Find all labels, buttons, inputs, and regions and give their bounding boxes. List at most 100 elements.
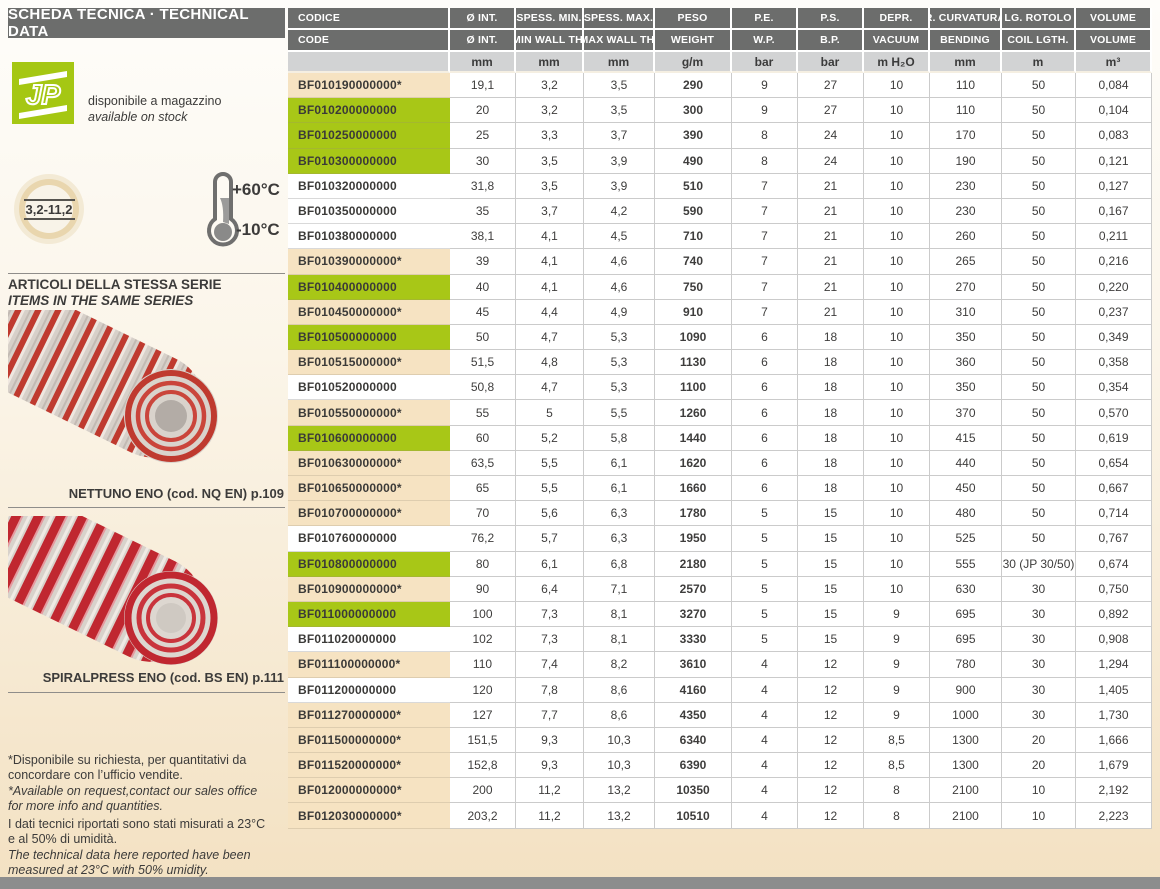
cell-value: 1,294	[1076, 652, 1152, 677]
cell-value: 6,1	[516, 552, 584, 577]
footnote-request: *Disponibile su richiesta, per quantitat…	[8, 753, 284, 814]
cell-value: 30	[1002, 602, 1076, 627]
row-code: BF011000000000	[288, 602, 450, 627]
cell-value: 1,405	[1076, 678, 1152, 703]
cell-value: 4160	[655, 678, 732, 703]
cell-value: 10	[864, 199, 930, 224]
cell-value: 7	[732, 275, 798, 300]
cell-value: 230	[930, 199, 1002, 224]
cell-value: 6	[732, 451, 798, 476]
cell-value: 590	[655, 199, 732, 224]
cell-value: 1,679	[1076, 753, 1152, 778]
cell-value: 12	[798, 678, 864, 703]
cell-value: 50	[1002, 199, 1076, 224]
cell-value: 10	[864, 375, 930, 400]
datasheet-page: SCHEDA TECNICA · TECHNICAL DATA JP dispo…	[0, 0, 1160, 889]
cell-value: 7	[732, 174, 798, 199]
cell-value: 50,8	[450, 375, 516, 400]
unit-cell: m³	[1076, 52, 1152, 73]
cell-value: 50	[1002, 451, 1076, 476]
cell-value: 5	[732, 526, 798, 551]
cell-value: 1260	[655, 400, 732, 425]
divider	[8, 507, 285, 508]
row-code: BF010700000000*	[288, 501, 450, 526]
cell-value: 10	[864, 426, 930, 451]
cell-value: 0,674	[1076, 552, 1152, 577]
cell-value: 3,5	[516, 149, 584, 174]
cell-value: 15	[798, 501, 864, 526]
cell-value: 27	[798, 98, 864, 123]
cell-value: 0,349	[1076, 325, 1152, 350]
cell-value: 10	[864, 149, 930, 174]
cell-value: 2100	[930, 803, 1002, 828]
footnote-request-en: *Available on request,contact our sales …	[8, 784, 257, 813]
cell-value: 18	[798, 375, 864, 400]
cell-value: 9	[864, 652, 930, 677]
unit-cell: mm	[450, 52, 516, 73]
cell-value: 0,211	[1076, 224, 1152, 249]
col-header-en: MAX WALL TH.	[584, 30, 655, 52]
cell-value: 510	[655, 174, 732, 199]
cell-value: 1100	[655, 375, 732, 400]
jp-logo-icon: JP	[12, 62, 74, 124]
cell-value: 8,6	[584, 703, 655, 728]
cell-value: 76,2	[450, 526, 516, 551]
cell-value: 6,8	[584, 552, 655, 577]
divider	[8, 692, 285, 693]
cell-value: 4,7	[516, 325, 584, 350]
cell-value: 4,6	[584, 249, 655, 274]
cell-value: 39	[450, 249, 516, 274]
row-code: BF010300000000	[288, 149, 450, 174]
col-header-en: VACUUM	[864, 30, 930, 52]
cell-value: 10	[864, 123, 930, 148]
col-header-it: SPESS. MAX.	[584, 8, 655, 30]
cell-value: 11,2	[516, 778, 584, 803]
cell-value: 490	[655, 149, 732, 174]
cell-value: 3,9	[584, 174, 655, 199]
cell-value: 51,5	[450, 350, 516, 375]
cell-value: 0,127	[1076, 174, 1152, 199]
row-code: BF010515000000*	[288, 350, 450, 375]
row-code: BF010400000000	[288, 275, 450, 300]
cell-value: 4	[732, 728, 798, 753]
row-code: BF010190000000*	[288, 73, 450, 98]
cell-value: 21	[798, 174, 864, 199]
cell-value: 110	[930, 73, 1002, 98]
cell-value: 8,2	[584, 652, 655, 677]
unit-cell: m	[1002, 52, 1076, 73]
cell-value: 19,1	[450, 73, 516, 98]
temp-min-label: -10°C	[236, 220, 280, 240]
cell-value: 630	[930, 577, 1002, 602]
row-code: BF010250000000	[288, 123, 450, 148]
cell-value: 750	[655, 275, 732, 300]
cell-value: 4,1	[516, 275, 584, 300]
row-code: BF010600000000	[288, 426, 450, 451]
diameter-range-label: 3,2-11,2	[24, 199, 75, 220]
cell-value: 18	[798, 325, 864, 350]
cell-value: 4350	[655, 703, 732, 728]
col-header-it: VOLUME	[1076, 8, 1152, 30]
cell-value: 9	[732, 73, 798, 98]
cell-value: 9	[864, 703, 930, 728]
cell-value: 151,5	[450, 728, 516, 753]
unit-cell	[288, 52, 450, 73]
svg-text:JP: JP	[26, 79, 61, 110]
cell-value: 0,237	[1076, 300, 1152, 325]
cell-value: 360	[930, 350, 1002, 375]
cell-value: 10350	[655, 778, 732, 803]
col-header-it: R. CURVATURA	[930, 8, 1002, 30]
product-image-spiralpress	[8, 516, 240, 680]
row-code: BF010550000000*	[288, 400, 450, 425]
row-code: BF011100000000*	[288, 652, 450, 677]
cell-value: 1130	[655, 350, 732, 375]
unit-cell: mm	[584, 52, 655, 73]
cell-value: 900	[930, 678, 1002, 703]
unit-cell: m H₂O	[864, 52, 930, 73]
cell-value: 20	[1002, 753, 1076, 778]
cell-value: 15	[798, 602, 864, 627]
col-header-en: CODE	[288, 30, 450, 52]
cell-value: 20	[450, 98, 516, 123]
cell-value: 30	[1002, 678, 1076, 703]
cell-value: 12	[798, 652, 864, 677]
cell-value: 65	[450, 476, 516, 501]
